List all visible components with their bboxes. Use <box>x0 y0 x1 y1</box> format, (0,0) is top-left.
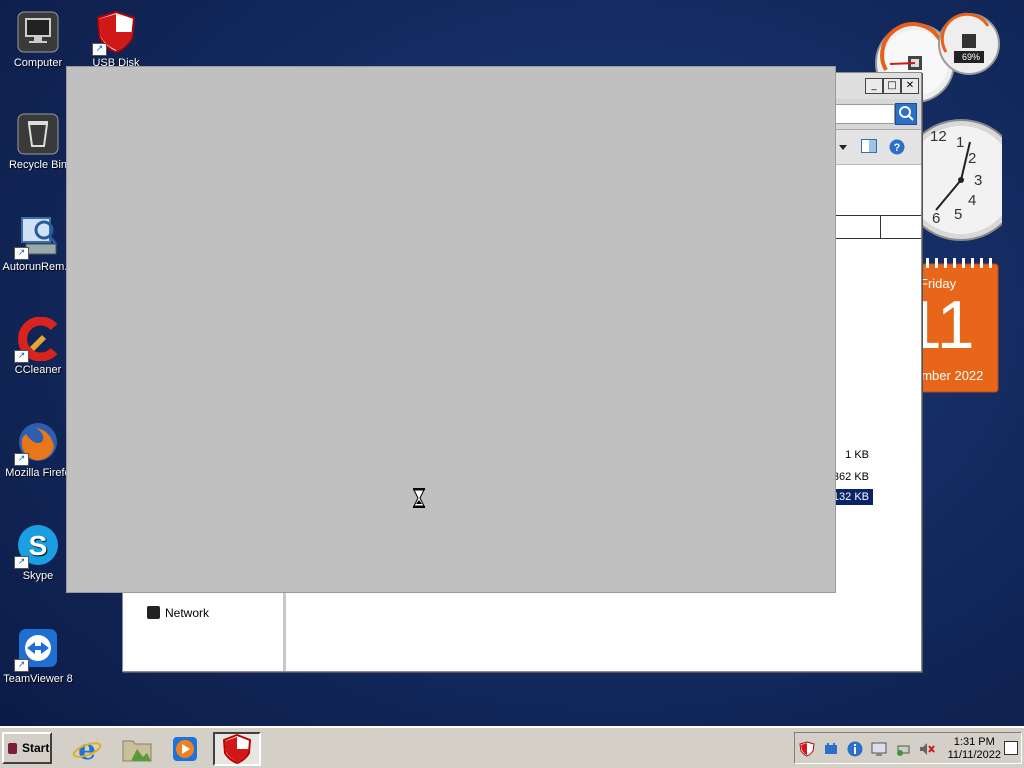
network-adapter-icon[interactable] <box>823 741 839 757</box>
close-button[interactable]: ✕ <box>901 78 919 94</box>
preview-pane-icon[interactable] <box>861 139 877 156</box>
start-logo-icon <box>8 743 17 754</box>
internet-explorer-icon[interactable]: e <box>68 732 106 766</box>
nav-item-label: Network <box>165 606 210 620</box>
memory-percent: 69% <box>961 52 980 62</box>
calendar-gadget[interactable]: Friday 11 ember 2022 <box>904 258 1000 394</box>
maximize-button[interactable]: □ <box>883 78 901 94</box>
clock-numeral-2: 2 <box>968 150 977 167</box>
shortcut-arrow-icon: ↗ <box>14 350 29 363</box>
volume-muted-icon[interactable] <box>919 741 935 757</box>
taskbar-button-usb-disk[interactable] <box>213 732 261 766</box>
recycle-bin-icon <box>16 112 60 156</box>
info-icon[interactable] <box>847 741 863 757</box>
clock-numeral-6: 6 <box>932 210 941 227</box>
clock-numeral-1: 1 <box>956 134 965 151</box>
minimize-button[interactable]: _ <box>865 78 883 94</box>
loading-window[interactable] <box>66 66 836 593</box>
clock-time: 1:31 PM <box>953 736 995 748</box>
display-icon[interactable] <box>871 741 887 757</box>
shortcut-arrow-icon: ↗ <box>14 247 29 260</box>
shortcut-arrow-icon: ↗ <box>14 556 29 569</box>
calendar-month-year: ember 2022 <box>914 368 984 383</box>
help-icon[interactable]: ? <box>889 139 905 158</box>
svg-text:?: ? <box>894 142 901 154</box>
firefox-icon: ↗ <box>14 420 60 466</box>
taskbar: Start e 1:31 PM 11/11/2022 <box>0 726 1024 768</box>
teamviewer-icon: ↗ <box>14 626 60 672</box>
computer-icon <box>16 10 60 54</box>
search-icon[interactable] <box>895 103 917 125</box>
desktop-icon-usb-disk[interactable]: ↗ USB Disk <box>78 10 154 69</box>
taskbar-clock[interactable]: 1:31 PM 11/11/2022 <box>948 736 1001 762</box>
show-desktop-button[interactable] <box>1004 741 1018 755</box>
usb-disk-shield-icon: ↗ <box>92 10 138 56</box>
system-tray: 1:31 PM 11/11/2022 <box>794 732 1022 764</box>
usb-disk-shield-icon <box>222 734 252 764</box>
file-size-cell[interactable]: 1 KB <box>841 447 873 463</box>
clock-date: 11/11/2022 <box>947 749 1001 761</box>
desktop-icon-label: AutorunRem... <box>2 261 74 273</box>
shortcut-arrow-icon: ↗ <box>92 43 107 56</box>
column-separator[interactable] <box>880 216 881 238</box>
desktop-icon-label: Skype <box>22 570 54 582</box>
hourglass-cursor-icon <box>413 488 425 508</box>
desktop-icon-recycle-bin[interactable]: Recycle Bin <box>0 112 76 171</box>
desktop-icon-label: Recycle Bin <box>8 159 68 171</box>
desktop-icon-label: Computer <box>13 57 63 69</box>
desktop-icon-autorun-remover[interactable]: ↗ AutorunRem... <box>0 214 76 273</box>
clock-gadget[interactable]: 12 1 2 3 4 5 6 <box>900 118 1022 244</box>
desktop-icon-label: TeamViewer 8 <box>3 673 73 685</box>
desktop-icon-computer[interactable]: Computer <box>0 10 76 69</box>
clock-numeral-12: 12 <box>930 128 947 145</box>
shortcut-arrow-icon: ↗ <box>14 659 29 672</box>
nav-item-network[interactable]: Network <box>147 606 209 620</box>
desktop-icon-label: Mozilla Firefo <box>5 467 71 479</box>
safely-remove-icon[interactable] <box>895 741 911 757</box>
network-icon <box>147 606 160 619</box>
desktop-icon-skype[interactable]: S ↗ Skype <box>0 523 76 582</box>
desktop-icon-ccleaner[interactable]: ↗ CCleaner <box>0 316 76 376</box>
desktop-icon-teamviewer[interactable]: ↗ TeamViewer 8 <box>0 626 76 685</box>
media-player-icon[interactable] <box>166 732 204 766</box>
windows-explorer-icon[interactable] <box>118 732 156 766</box>
svg-text:e: e <box>78 734 96 764</box>
start-label: Start <box>22 741 50 755</box>
clock-numeral-3: 3 <box>974 172 983 189</box>
desktop-icon-label: CCleaner <box>14 364 62 376</box>
desktop-icon-firefox[interactable]: ↗ Mozilla Firefo <box>0 420 76 479</box>
start-button[interactable]: Start <box>2 732 52 764</box>
dropdown-arrow-icon[interactable] <box>839 142 847 154</box>
svg-text:S: S <box>29 530 48 561</box>
ccleaner-icon: ↗ <box>14 316 60 363</box>
clock-numeral-4: 4 <box>968 192 977 209</box>
shield-icon[interactable] <box>799 741 815 757</box>
shortcut-arrow-icon: ↗ <box>14 453 29 466</box>
clock-numeral-5: 5 <box>954 206 963 223</box>
autorun-remover-icon: ↗ <box>14 214 60 260</box>
skype-icon: S ↗ <box>14 523 60 569</box>
